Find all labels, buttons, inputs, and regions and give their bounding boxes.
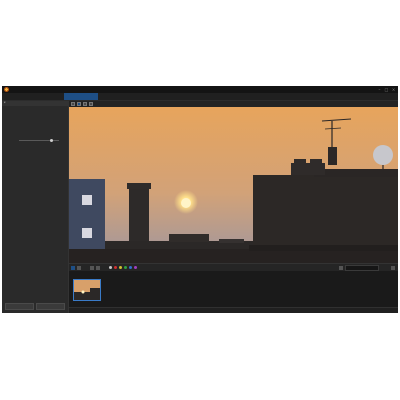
title-bar: – □ × <box>2 86 398 93</box>
tab-3-active[interactable] <box>64 93 98 100</box>
image-viewer[interactable] <box>69 107 398 263</box>
rotate-right-icon[interactable] <box>96 265 100 270</box>
edit-toolbar <box>69 263 398 271</box>
color-label-yellow-icon[interactable] <box>119 266 122 269</box>
color-label-red-icon[interactable] <box>114 266 117 269</box>
rotate-left-icon[interactable] <box>90 265 94 270</box>
left-building <box>69 179 105 249</box>
compare-icon[interactable] <box>83 102 87 106</box>
water-tanks <box>291 163 325 175</box>
photo-canvas <box>69 107 398 263</box>
grid-view-icon[interactable] <box>71 102 75 106</box>
search-icon[interactable] <box>339 266 343 270</box>
maximize-button[interactable]: □ <box>384 87 389 92</box>
info-icon[interactable] <box>89 102 93 106</box>
tab-2[interactable] <box>33 93 67 100</box>
filmstrip <box>69 271 398 307</box>
select-tool-icon[interactable] <box>71 265 75 270</box>
window-controls: – □ × <box>375 87 396 92</box>
flag-icon[interactable] <box>109 266 112 269</box>
left-building-window-lower <box>82 228 92 238</box>
color-label-green-icon[interactable] <box>124 266 127 269</box>
tab-6[interactable] <box>150 93 184 100</box>
water-tank-right <box>310 159 322 164</box>
slider-thumb[interactable] <box>49 138 53 142</box>
panel-header[interactable]: ▼ <box>2 101 68 106</box>
panel-buttons <box>5 303 67 310</box>
app-window: – □ × ▼ <box>2 86 398 313</box>
minimize-button[interactable]: – <box>377 87 382 92</box>
left-building-window <box>82 195 92 205</box>
rooftop-ledge <box>219 239 244 243</box>
panel-note <box>5 129 65 135</box>
satellite-dish <box>373 145 393 165</box>
rooftop-block <box>169 234 209 242</box>
color-label-blue-icon[interactable] <box>129 266 132 269</box>
antenna-base <box>328 147 337 165</box>
thumbnail-image <box>74 280 100 300</box>
collapse-caret-icon[interactable]: ▼ <box>4 101 6 106</box>
foreground-ledge <box>249 245 398 251</box>
left-panel: ▼ <box>2 101 69 313</box>
app-logo-icon[interactable] <box>4 87 9 92</box>
panel-link[interactable] <box>2 116 68 119</box>
water-tank-left <box>294 159 306 164</box>
foreground-roof <box>69 249 398 263</box>
panel-slider[interactable] <box>19 138 59 142</box>
sun <box>181 198 191 208</box>
right-building-parapet <box>314 169 398 177</box>
view-mode-icon[interactable] <box>77 265 81 270</box>
module-tab-bar <box>2 93 398 101</box>
panel-slider-row <box>5 138 65 142</box>
panel-description <box>5 109 65 115</box>
color-label-purple-icon[interactable] <box>134 266 137 269</box>
close-button[interactable]: × <box>391 87 396 92</box>
zoom-menu-icon[interactable] <box>391 266 395 270</box>
filmstrip-thumbnail[interactable] <box>73 279 101 301</box>
panel-button-2[interactable] <box>36 303 65 310</box>
panel-button-1[interactable] <box>5 303 34 310</box>
status-bar <box>69 307 398 313</box>
single-view-icon[interactable] <box>77 102 81 106</box>
chimney-cap <box>127 183 151 189</box>
